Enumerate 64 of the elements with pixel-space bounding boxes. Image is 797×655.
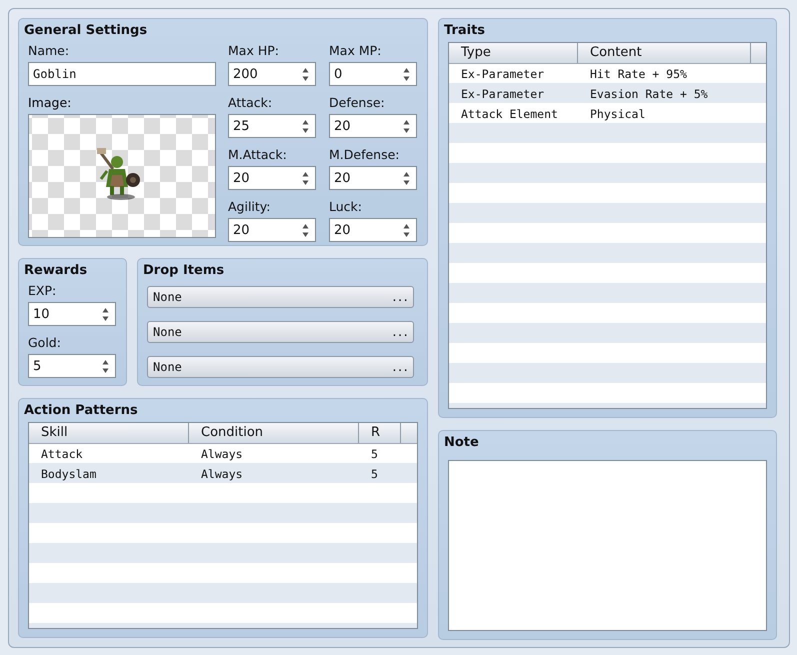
table-cell-text: Evasion Rate + 5% [590, 86, 708, 103]
number-field[interactable]: 25 [228, 114, 316, 138]
spin-arrows-icon[interactable] [403, 66, 410, 82]
item-select-button[interactable]: None ... [147, 286, 414, 308]
panel-title: Drop Items [143, 262, 224, 280]
note-field[interactable] [448, 460, 767, 631]
number-field[interactable]: 20 [329, 166, 417, 190]
number-field[interactable]: 20 [329, 114, 417, 138]
table-cell-text: Hit Rate + 95% [590, 66, 687, 83]
field-label: Name: [28, 42, 70, 60]
field-label: Agility: [228, 198, 271, 216]
column-header[interactable]: Content [590, 45, 642, 60]
number-field[interactable]: 20 [228, 218, 316, 242]
spin-arrows-icon[interactable] [102, 358, 109, 374]
item-select-button[interactable]: None ... [147, 321, 414, 343]
spin-arrows-icon[interactable] [302, 66, 309, 82]
number-field[interactable]: 20 [228, 166, 316, 190]
image-preview[interactable] [28, 114, 216, 238]
number-field[interactable]: 200 [228, 62, 316, 86]
panel-title: Traits [444, 22, 486, 40]
column-header[interactable]: Type [461, 45, 491, 60]
spin-arrows-icon[interactable] [302, 222, 309, 238]
panel-title: General Settings [24, 22, 148, 40]
table-cell-text: Bodyslam [41, 466, 96, 483]
field-label: Max HP: [228, 42, 279, 60]
table-cell-text: 5 [371, 466, 378, 483]
ellipsis-button[interactable]: ... [391, 326, 408, 338]
spin-arrows-icon[interactable] [403, 222, 410, 238]
spin-arrows-icon[interactable] [102, 306, 109, 322]
table-cell-text: Attack Element [461, 106, 558, 123]
column-header[interactable]: Skill [41, 425, 68, 440]
column-header[interactable]: R [371, 425, 380, 440]
table-cell-text: Always [201, 466, 243, 483]
spin-arrows-icon[interactable] [403, 170, 410, 186]
field-label: Image: [28, 94, 72, 112]
number-field[interactable]: 10 [28, 302, 116, 326]
panel-title: Rewards [24, 262, 88, 280]
panel-title: Action Patterns [24, 402, 138, 420]
field-label: M.Attack: [228, 146, 287, 164]
field-label: Gold: [28, 334, 61, 352]
field-label: M.Defense: [329, 146, 400, 164]
number-field[interactable]: 0 [329, 62, 417, 86]
table-cell-text: Physical [590, 106, 646, 123]
table-cell-text: Ex-Parameter [461, 86, 544, 103]
field-label: Defense: [329, 94, 385, 112]
field-label: Luck: [329, 198, 362, 216]
number-field[interactable]: 5 [28, 354, 116, 378]
item-select-button[interactable]: None ... [147, 356, 414, 378]
spin-arrows-icon[interactable] [302, 118, 309, 134]
field-label: Attack: [228, 94, 272, 112]
field-label: Max MP: [329, 42, 382, 60]
table-cell-text: 5 [371, 446, 378, 463]
column-header[interactable]: Condition [201, 425, 264, 440]
field-label: EXP: [28, 282, 56, 300]
text-field[interactable]: Goblin [28, 62, 216, 86]
ellipsis-button[interactable]: ... [391, 360, 408, 374]
panel-title: Note [444, 434, 479, 452]
number-field[interactable]: 20 [329, 218, 417, 242]
table-cell-text: Ex-Parameter [461, 66, 544, 83]
ellipsis-button[interactable]: ... [391, 290, 408, 304]
table-cell-text: Attack [41, 446, 83, 463]
spin-arrows-icon[interactable] [302, 170, 309, 186]
table-cell-text: Always [201, 446, 243, 463]
spin-arrows-icon[interactable] [403, 118, 410, 134]
